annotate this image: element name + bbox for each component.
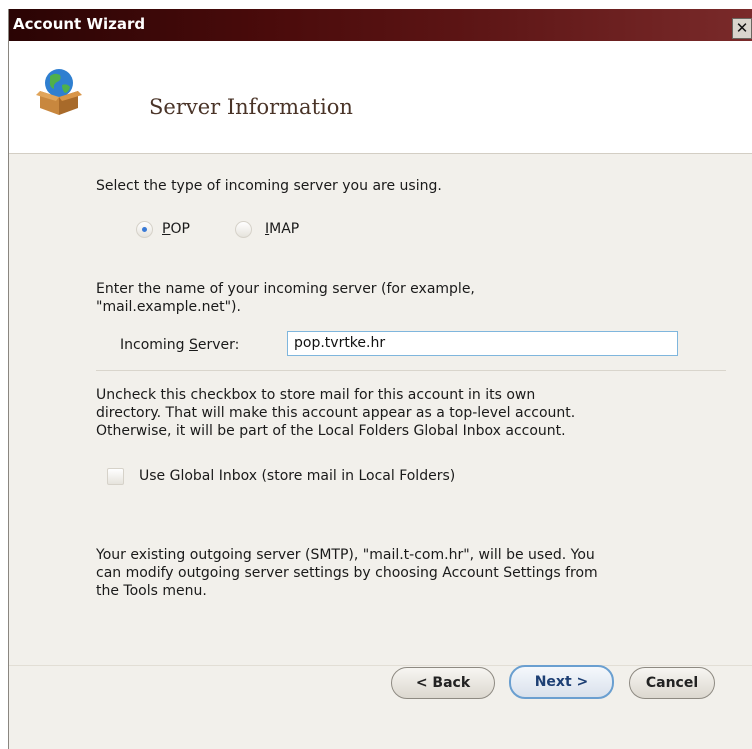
divider [96, 370, 726, 371]
radio-pop-label[interactable]: POP [162, 220, 190, 238]
radio-selected-dot [142, 227, 147, 232]
outgoing-text-line2: can modify outgoing server settings by c… [96, 565, 598, 581]
account-wizard-window: Account Wizard ✕ Server Information Sele… [8, 9, 752, 749]
incoming-server-input[interactable]: pop.tvrtke.hr [287, 331, 678, 356]
close-icon: ✕ [735, 19, 749, 37]
globe-box-icon [36, 69, 82, 115]
next-button[interactable]: Next > [509, 665, 614, 699]
close-button[interactable]: ✕ [732, 18, 752, 39]
cancel-button[interactable]: Cancel [629, 667, 715, 699]
back-button[interactable]: < Back [391, 667, 495, 699]
wizard-header: Server Information [9, 41, 752, 154]
radio-imap[interactable] [235, 221, 252, 238]
global-inbox-text-line3: Otherwise, it will be part of the Local … [96, 423, 566, 439]
outgoing-text-line1: Your existing outgoing server (SMTP), "m… [96, 547, 595, 563]
title-bar[interactable]: Account Wizard ✕ [9, 9, 752, 41]
incoming-prompt-line1: Enter the name of your incoming server (… [96, 281, 475, 297]
global-inbox-checkbox-label[interactable]: Use Global Inbox (store mail in Local Fo… [139, 467, 455, 485]
global-inbox-text-line2: directory. That will make this account a… [96, 405, 576, 421]
footer-divider [9, 665, 752, 666]
incoming-server-label: Incoming Server: [120, 337, 240, 353]
global-inbox-text-line1: Uncheck this checkbox to store mail for … [96, 387, 536, 403]
global-inbox-checkbox[interactable] [107, 468, 124, 485]
radio-imap-label[interactable]: IMAP [265, 220, 299, 238]
radio-pop[interactable] [136, 221, 153, 238]
window-title: Account Wizard [13, 15, 146, 33]
server-type-prompt: Select the type of incoming server you a… [96, 178, 442, 194]
outgoing-text-line3: the Tools menu. [96, 583, 207, 599]
incoming-prompt-line2: "mail.example.net"). [96, 299, 241, 315]
page-title: Server Information [149, 95, 353, 119]
